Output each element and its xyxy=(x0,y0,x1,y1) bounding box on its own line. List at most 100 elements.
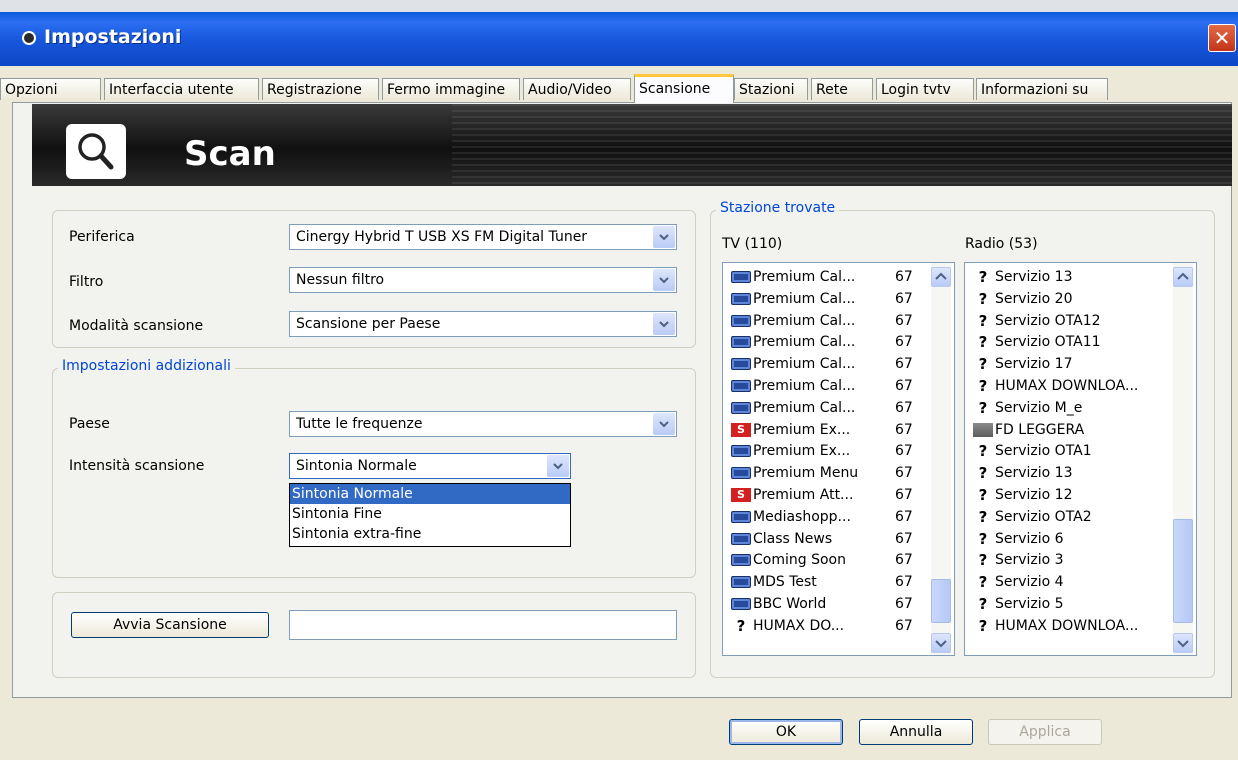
tv-list-item[interactable]: Class News xyxy=(731,529,832,549)
tv-list-item[interactable]: Premium Ex... xyxy=(731,441,850,461)
tv-list-item[interactable]: Premium Cal... xyxy=(731,354,855,374)
radio-list-item[interactable]: ? HUMAX DOWNLOA... xyxy=(973,376,1139,396)
radio-station-list[interactable]: ? Servizio 13? Servizio 20? Servizio OTA12?… xyxy=(964,262,1197,656)
close-button[interactable]: ✕ xyxy=(1208,24,1236,52)
radio-list-item[interactable]: ? Servizio 13 xyxy=(973,267,1073,287)
radio-list-item[interactable]: ? Servizio 6 xyxy=(973,529,1064,549)
radio-station-name: Servizio 17 xyxy=(995,356,1073,373)
radio-list-item[interactable]: ? Servizio OTA12 xyxy=(973,311,1101,331)
radio-list-item[interactable]: ? Servizio 3 xyxy=(973,550,1064,570)
chevron-down-icon[interactable] xyxy=(653,313,675,335)
tv-scrollbar[interactable] xyxy=(931,263,951,655)
ok-button[interactable]: OK xyxy=(729,719,843,745)
radio-list-item[interactable]: ? Servizio 17 xyxy=(973,354,1073,374)
tv-list-item[interactable]: Mediashopp... xyxy=(731,507,851,527)
tv-station-name: Premium Cal... xyxy=(753,356,856,373)
avvia-scansione-button[interactable]: Avvia Scansione xyxy=(71,612,269,638)
tv-list-item[interactable]: Premium Cal... xyxy=(731,311,855,331)
scroll-down-icon[interactable] xyxy=(931,633,951,653)
tv-station-list[interactable]: Premium Cal... 67 Premium Cal... 67 Premium … xyxy=(722,262,955,656)
tv-list-item[interactable]: Premium Cal... xyxy=(731,289,855,309)
tv-list-item[interactable]: S Premium Ex... xyxy=(731,420,850,440)
radio-station-name: Servizio 6 xyxy=(995,530,1064,547)
radio-list-item[interactable]: ? Servizio OTA1 xyxy=(973,441,1092,461)
tv-list-item[interactable]: S Premium Att... xyxy=(731,485,853,505)
dropdown-option-sintonia-extra-fine[interactable]: Sintonia extra-fine xyxy=(290,524,570,544)
tv-list-item[interactable]: Premium Menu xyxy=(731,463,858,483)
tv-station-number: 67 xyxy=(895,378,913,394)
chevron-down-icon[interactable] xyxy=(547,455,569,477)
radio-list-item[interactable]: ? Servizio 13 xyxy=(973,463,1073,483)
tv-channel-icon xyxy=(731,532,751,545)
radio-station-name: FD LEGGERA xyxy=(995,421,1085,438)
radio-list-item[interactable]: FD LEGGERA xyxy=(973,420,1084,440)
tab-fermo-immagine[interactable]: Fermo immagine xyxy=(382,78,520,100)
scroll-up-icon[interactable] xyxy=(931,267,951,287)
tv-list-item[interactable]: MDS Test xyxy=(731,572,817,592)
pay-channel-icon: S xyxy=(731,422,751,437)
radio-station-name: Servizio OTA1 xyxy=(995,443,1092,460)
tv-scroll-thumb[interactable] xyxy=(931,579,951,623)
tv-list-item[interactable]: BBC World xyxy=(731,594,826,614)
radio-scrollbar[interactable] xyxy=(1173,263,1193,655)
tv-station-name: Premium Cal... xyxy=(753,312,856,329)
periferica-select[interactable]: Cinergy Hybrid T USB XS FM Digital Tuner xyxy=(289,224,677,250)
annulla-button[interactable]: Annulla xyxy=(859,719,973,745)
dropdown-option-sintonia-fine[interactable]: Sintonia Fine xyxy=(290,504,570,524)
periferica-label: Periferica xyxy=(69,229,135,245)
tab-audio-video[interactable]: Audio/Video xyxy=(523,78,631,100)
tab-opzioni[interactable]: Opzioni xyxy=(0,78,101,100)
title-bar[interactable]: Impostazioni ✕ xyxy=(0,0,1238,66)
tv-station-number: 67 xyxy=(895,552,913,569)
scroll-up-icon[interactable] xyxy=(1173,267,1193,287)
radio-list-item[interactable]: ? Servizio M_e xyxy=(973,398,1083,418)
intensita-select[interactable]: Sintonia Normale xyxy=(289,453,571,479)
dropdown-option-sintonia-normale[interactable]: Sintonia Normale xyxy=(290,484,570,504)
unknown-channel-icon: ? xyxy=(978,377,988,395)
tab-interfaccia-utente[interactable]: Interfaccia utente xyxy=(104,78,259,100)
radio-list-item[interactable]: ? HUMAX DOWNLOA... xyxy=(973,616,1139,636)
scroll-down-icon[interactable] xyxy=(1173,633,1193,653)
tab-registrazione[interactable]: Registrazione xyxy=(262,78,379,100)
paese-select[interactable]: Tutte le frequenze xyxy=(289,411,677,437)
tab-rete[interactable]: Rete xyxy=(811,78,873,100)
radio-list-item[interactable]: ? Servizio 4 xyxy=(973,572,1064,592)
radio-list-item[interactable]: ? Servizio 20 xyxy=(973,289,1073,309)
radio-list-item[interactable]: ? Servizio 5 xyxy=(973,594,1064,614)
tv-list-item[interactable]: Premium Cal... xyxy=(731,267,855,287)
tv-channel-icon xyxy=(731,467,751,480)
tv-list-item[interactable]: Premium Cal... xyxy=(731,332,855,352)
banner-stripes xyxy=(452,104,1232,186)
tv-channel-icon xyxy=(731,576,751,589)
tab-stazioni[interactable]: Stazioni xyxy=(734,78,808,100)
filtro-value: Nessun filtro xyxy=(296,272,385,288)
additional-settings-legend: Impostazioni addizionali xyxy=(58,358,235,374)
tv-station-name: Premium Cal... xyxy=(753,378,856,394)
radio-list-item[interactable]: ? Servizio 12 xyxy=(973,485,1073,505)
chevron-down-icon[interactable] xyxy=(653,269,675,291)
tv-station-number: 67 xyxy=(895,617,913,634)
magnifier-icon xyxy=(66,124,126,179)
applica-button[interactable]: Applica xyxy=(988,719,1102,745)
chevron-down-icon[interactable] xyxy=(653,226,675,248)
tv-list-item[interactable]: Coming Soon xyxy=(731,550,846,570)
unknown-channel-icon: ? xyxy=(978,551,988,570)
radio-scroll-thumb[interactable] xyxy=(1173,519,1193,623)
tab-scansione[interactable]: Scansione xyxy=(634,74,734,103)
tab-login-tvtv[interactable]: Login tvtv xyxy=(876,78,974,100)
radio-list-item[interactable]: ? Servizio OTA2 xyxy=(973,507,1092,527)
radio-station-name: HUMAX DOWNLOA... xyxy=(995,378,1139,394)
tab-informazioni-su[interactable]: Informazioni su xyxy=(976,78,1108,100)
scan-progress-field xyxy=(289,610,677,640)
tv-channel-icon xyxy=(731,445,751,458)
tv-list-item[interactable]: ? HUMAX DO... xyxy=(731,616,844,636)
filtro-select[interactable]: Nessun filtro xyxy=(289,267,677,293)
tv-station-number: 67 xyxy=(895,530,913,547)
tv-channel-icon xyxy=(731,401,751,414)
tv-list-item[interactable]: Premium Cal... xyxy=(731,398,855,418)
radio-list-item[interactable]: ? Servizio OTA11 xyxy=(973,332,1101,352)
tv-list-item[interactable]: Premium Cal... xyxy=(731,376,855,396)
modalita-select[interactable]: Scansione per Paese xyxy=(289,311,677,337)
tv-station-number: 67 xyxy=(895,334,913,351)
chevron-down-icon[interactable] xyxy=(653,413,675,435)
